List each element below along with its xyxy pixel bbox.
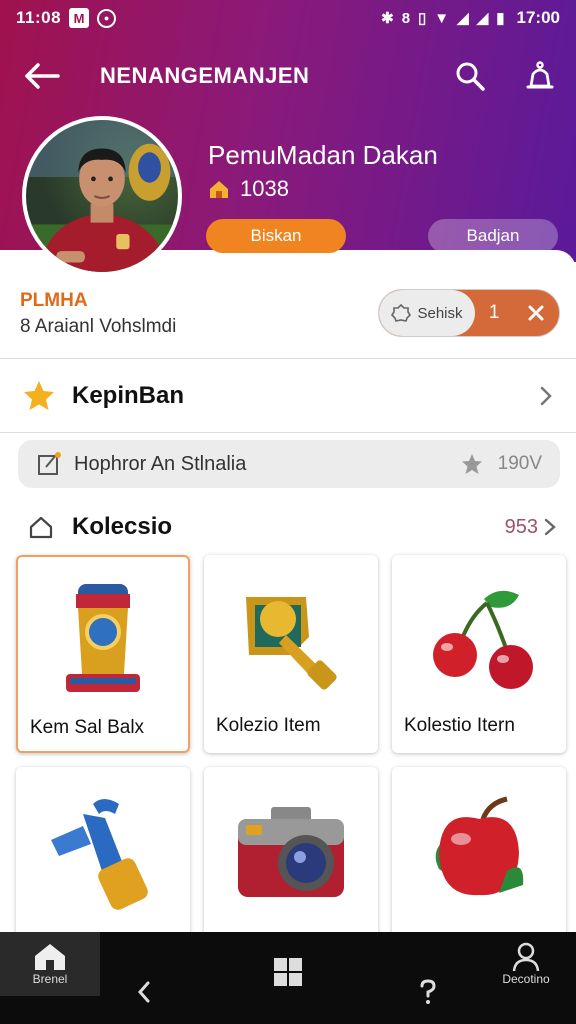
home-icon [35, 944, 65, 970]
search-button[interactable] [450, 56, 490, 96]
trophy-icon [18, 569, 188, 709]
favorites-row[interactable]: KepinBan [0, 362, 576, 430]
bell-icon [526, 61, 554, 89]
chevron-right-icon [544, 518, 556, 536]
card-name: Kolestio Itern [404, 715, 515, 736]
collection-card[interactable]: Kem Sal Balx [16, 555, 190, 753]
nav-home[interactable]: Brenel [0, 932, 100, 996]
badge-icon [391, 303, 412, 322]
card-name: Kem Sal Balx [30, 717, 145, 738]
toggle-label: Sehisk [417, 304, 463, 322]
pill-right: 190V [460, 452, 542, 476]
app-bar: NENANGEMANJEN [0, 48, 576, 104]
collection-count: 953 [504, 515, 538, 538]
toggle-option[interactable]: Sehisk [379, 290, 475, 336]
profile-stat-value: 1038 [240, 176, 289, 201]
divider [0, 432, 576, 433]
toggle-value-area: 1 [475, 290, 559, 336]
golden-trophy-icon [204, 567, 378, 707]
favorites-label: KepinBan [72, 382, 185, 409]
avatar[interactable] [22, 116, 182, 276]
sync-icon: ● [97, 8, 117, 28]
vibrate-icon: 8 [401, 9, 411, 27]
player-portrait-icon [26, 120, 178, 272]
arrow-left-icon [25, 63, 60, 89]
screen: 11:08 M ● ✱ 8 ▯ ▼ ◢ ◢ ▮ 17:00 NENANGEMAN… [0, 0, 576, 1024]
divider [0, 358, 576, 359]
user-icon [512, 942, 540, 972]
collection-count-link[interactable]: 953 [505, 516, 556, 539]
star-icon [24, 381, 54, 410]
battery-icon: ▮ [496, 10, 505, 27]
edit-icon [38, 452, 61, 475]
nav-profile-label: Decotino [502, 972, 550, 986]
system-windows-button[interactable] [268, 952, 308, 992]
pill-right-text: 190V [497, 453, 542, 474]
info-pill[interactable]: Hophror An Stlnalia 190V [18, 440, 560, 488]
secondary-action-button[interactable]: Badjan [428, 219, 558, 253]
wifi-icon: ▼ [434, 9, 450, 27]
profile-stat: 1038 [208, 176, 289, 202]
card-name: Kolezio Item [216, 715, 321, 736]
status-icons: ✱ 8 ▯ ▼ ◢ ◢ ▮ 17:00 [381, 8, 560, 28]
rank-subtitle: 8 Araianl Vohslmdi [20, 316, 177, 337]
camera-icon [204, 779, 378, 919]
chevron-right-icon [540, 386, 552, 406]
toggle-value: 1 [488, 302, 500, 323]
nav-home-label: Brenel [32, 972, 68, 986]
primary-action-button[interactable]: Biskan [206, 219, 346, 253]
system-back-button[interactable] [124, 972, 164, 1012]
collection-title: Kolecsio [72, 513, 173, 540]
status-time: 11:08 [16, 8, 62, 27]
signal-icon: ◢ [457, 10, 469, 27]
bottom-navigation: Brenel Decotino [0, 932, 576, 1024]
collection-card[interactable]: Kolezio Item [204, 555, 378, 753]
app-actions [450, 56, 560, 96]
rank-toggle[interactable]: Sehisk 1 [378, 289, 560, 337]
search-icon [456, 62, 485, 91]
status-clock: 17:00 [516, 8, 560, 27]
home-outline-icon [29, 516, 53, 539]
nav-profile[interactable]: Decotino [476, 932, 576, 996]
collection-card[interactable]: Kolestio Itern [392, 555, 566, 753]
pill-text: Hophror An Stlnalia [74, 452, 247, 475]
battery-saver-icon: ▯ [418, 10, 427, 27]
bluetooth-icon: ✱ [381, 10, 394, 27]
notification-icon: M [69, 8, 90, 28]
collection-header: Kolecsio 953 [0, 505, 576, 549]
apple-icon [392, 779, 566, 919]
page-title: NENANGEMANJEN [100, 63, 310, 88]
profile-name: PemuMadan Dakan [208, 140, 438, 170]
water-tap-icon [16, 779, 190, 919]
windows-icon [274, 958, 302, 986]
house-coin-icon [210, 181, 228, 198]
back-button[interactable] [20, 54, 64, 98]
chevron-left-icon [137, 981, 150, 1003]
cherries-icon [392, 567, 566, 707]
status-bar: 11:08 M ● ✱ 8 ▯ ▼ ◢ ◢ ▮ 17:00 [0, 0, 576, 36]
star-outline-icon [461, 454, 482, 474]
rank-label: PLMHA [20, 290, 88, 311]
notifications-button[interactable] [520, 56, 560, 96]
signal2-icon: ◢ [476, 10, 489, 27]
close-icon[interactable] [527, 304, 545, 322]
question-icon [420, 979, 436, 1004]
system-help-button[interactable] [408, 972, 448, 1012]
